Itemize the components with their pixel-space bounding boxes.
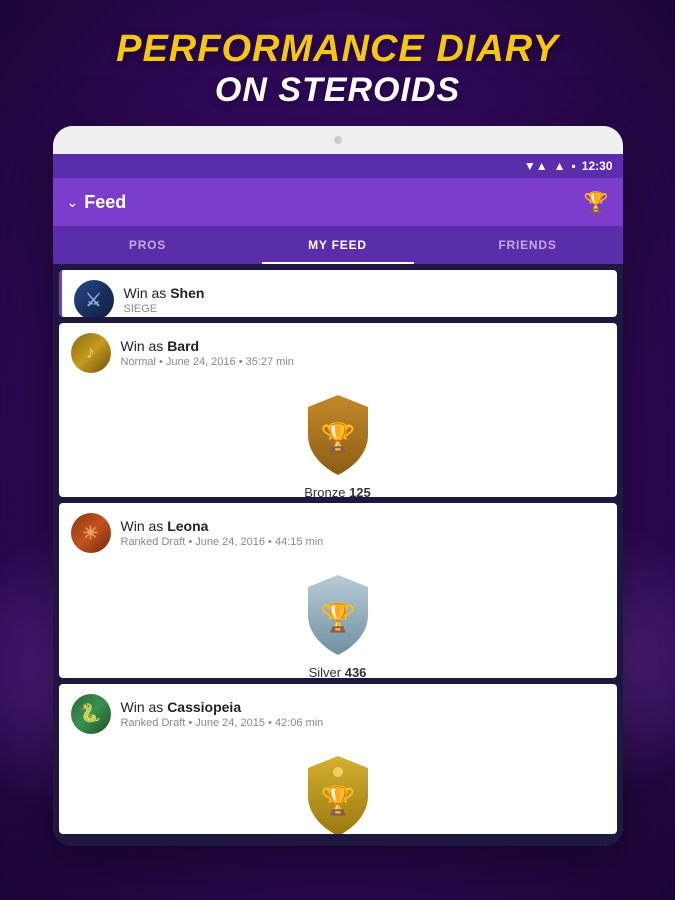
shield-trophy-bard: 🏆 bbox=[298, 391, 378, 479]
feed-card-bard[interactable]: ♪ Win as Bard Normal • June 24, 2016 • 3… bbox=[59, 323, 617, 497]
svg-text:🏆: 🏆 bbox=[320, 601, 355, 634]
avatar-shen: ⚔ bbox=[74, 280, 114, 317]
trophy-icon[interactable]: 🏆 bbox=[584, 190, 609, 215]
card-header-cassiopeia: 🐍 Win as Cassiopeia Ranked Draft • June … bbox=[59, 684, 617, 744]
card-header-bard: ♪ Win as Bard Normal • June 24, 2016 • 3… bbox=[59, 323, 617, 383]
device-camera bbox=[334, 136, 342, 144]
main-title-line1: PERFORMANCE DIARY bbox=[116, 28, 559, 71]
main-title-line2: ON STEROIDS bbox=[116, 71, 559, 110]
device-top-bar bbox=[53, 126, 623, 154]
card-body-cassiopeia: 🏆 bbox=[59, 744, 617, 834]
tab-pros-label: PROS bbox=[129, 238, 166, 252]
app-header-section: PERFORMANCE DIARY ON STEROIDS bbox=[96, 0, 579, 126]
tab-friends[interactable]: FRIENDS bbox=[433, 226, 623, 264]
card-header-leona: ☀ Win as Leona Ranked Draft • June 24, 2… bbox=[59, 503, 617, 563]
status-time: 12:30 bbox=[582, 159, 613, 173]
feed-card-cassiopeia[interactable]: 🐍 Win as Cassiopeia Ranked Draft • June … bbox=[59, 684, 617, 834]
avatar-cassiopeia: 🐍 bbox=[71, 694, 111, 734]
card-title-bard: Win as Bard bbox=[121, 338, 605, 355]
feed-card-shen[interactable]: ⚔ Win as Shen SIEGE bbox=[59, 270, 617, 317]
tab-bar: PROS MY FEED FRIENDS bbox=[53, 226, 623, 264]
feed-card-leona[interactable]: ☀ Win as Leona Ranked Draft • June 24, 2… bbox=[59, 503, 617, 677]
app-header-left[interactable]: ⌄ Feed bbox=[67, 192, 127, 213]
feed-content[interactable]: ⚔ Win as Shen SIEGE ♪ Win as Bard bbox=[53, 264, 623, 846]
rank-text-leona: Silver 436 bbox=[309, 665, 367, 677]
card-header-text-cassiopeia: Win as Cassiopeia Ranked Draft • June 24… bbox=[121, 699, 605, 729]
svg-text:🏆: 🏆 bbox=[320, 784, 355, 817]
chevron-down-icon[interactable]: ⌄ bbox=[67, 194, 79, 211]
app-header: ⌄ Feed 🏆 bbox=[53, 178, 623, 226]
battery-icon: ▪ bbox=[572, 159, 576, 173]
rank-text-bard: Bronze 125 bbox=[304, 485, 371, 497]
card-subtitle-cassiopeia: Ranked Draft • June 24, 2015 • 42:06 min bbox=[121, 717, 605, 729]
avatar-bard: ♪ bbox=[71, 333, 111, 373]
app-title: Feed bbox=[84, 192, 126, 213]
wifi-icon: ▼▲ bbox=[524, 159, 548, 173]
card-title-cassiopeia: Win as Cassiopeia bbox=[121, 699, 605, 716]
avatar-leona: ☀ bbox=[71, 513, 111, 553]
status-bar: ▼▲ ▲ ▪ 12:30 bbox=[53, 154, 623, 178]
card-subtitle-leona: Ranked Draft • June 24, 2016 • 44:15 min bbox=[121, 536, 605, 548]
tab-my-feed-label: MY FEED bbox=[308, 238, 367, 252]
card-subtitle-bard: Normal • June 24, 2016 • 35:27 min bbox=[121, 356, 605, 368]
card-body-leona: 🏆 Silver 436 + 21 Total SPI bbox=[59, 563, 617, 677]
card-subtitle-shen: SIEGE bbox=[124, 303, 605, 315]
tab-pros[interactable]: PROS bbox=[53, 226, 243, 264]
signal-icon: ▲ bbox=[554, 159, 566, 173]
shield-trophy-cassiopeia: 🏆 bbox=[298, 752, 378, 834]
device-frame: ▼▲ ▲ ▪ 12:30 ⌄ Feed 🏆 PROS MY FEED FRIEN… bbox=[53, 126, 623, 846]
tab-my-feed[interactable]: MY FEED bbox=[243, 226, 433, 264]
card-header-text-leona: Win as Leona Ranked Draft • June 24, 201… bbox=[121, 518, 605, 548]
card-title-shen: Win as Shen bbox=[124, 285, 605, 302]
svg-text:🏆: 🏆 bbox=[320, 421, 355, 454]
shield-trophy-leona: 🏆 bbox=[298, 571, 378, 659]
card-title-leona: Win as Leona bbox=[121, 518, 605, 535]
card-body-bard: 🏆 Bronze 125 - 240 Total SPI bbox=[59, 383, 617, 497]
app-screen: ▼▲ ▲ ▪ 12:30 ⌄ Feed 🏆 PROS MY FEED FRIEN… bbox=[53, 154, 623, 846]
card-header-text-shen: Win as Shen SIEGE bbox=[124, 285, 605, 315]
card-header-shen: ⚔ Win as Shen SIEGE bbox=[62, 270, 617, 317]
card-header-text-bard: Win as Bard Normal • June 24, 2016 • 35:… bbox=[121, 338, 605, 368]
tab-friends-label: FRIENDS bbox=[498, 238, 556, 252]
